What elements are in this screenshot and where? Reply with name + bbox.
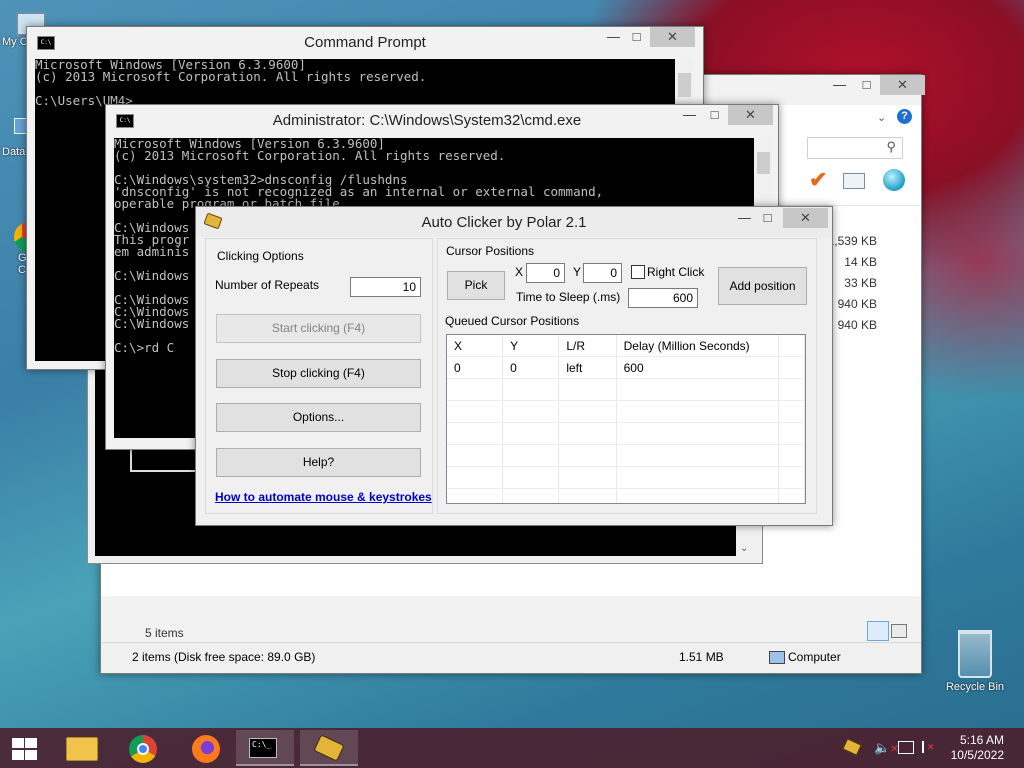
cell-delay: 600 bbox=[616, 356, 780, 379]
y-label: Y bbox=[573, 265, 582, 279]
recycle-bin-icon bbox=[958, 630, 992, 678]
automate-link[interactable]: How to automate mouse & keystrokes bbox=[215, 490, 432, 504]
checkmark-icon: ✔ bbox=[809, 167, 828, 192]
repeats-label: Number of Repeats bbox=[215, 278, 320, 292]
column-header-x[interactable]: X bbox=[447, 335, 504, 357]
scroll-down-icon[interactable]: ⌄ bbox=[740, 543, 748, 554]
table-row[interactable]: 0 0 left 600 bbox=[447, 356, 805, 379]
system-clock[interactable]: 5:16 AM 10/5/2022 bbox=[951, 733, 1004, 763]
clock-time: 5:16 AM bbox=[959, 733, 1004, 747]
search-icon: ⚲ bbox=[886, 139, 896, 154]
start-clicking-button[interactable]: Start clicking (F4) bbox=[216, 314, 421, 343]
status-selection: 2 items (Disk free space: 89.0 GB) bbox=[132, 650, 316, 664]
cmd1-maximize-button[interactable]: □ bbox=[623, 27, 650, 47]
sleep-label: Time to Sleep (.ms) bbox=[516, 290, 621, 304]
start-button[interactable] bbox=[0, 728, 48, 768]
table-row bbox=[447, 378, 805, 401]
status-size: 1.51 MB bbox=[679, 650, 724, 664]
explorer-maximize-button[interactable]: □ bbox=[853, 75, 880, 95]
group-label: Cursor Positions bbox=[443, 244, 538, 258]
options-button[interactable]: Options... bbox=[216, 403, 421, 432]
cmd1-close-button[interactable]: ✕ bbox=[650, 27, 695, 47]
explorer-minimize-button[interactable]: — bbox=[826, 75, 853, 95]
cmd2-minimize-button[interactable]: — bbox=[676, 105, 703, 125]
cell-y: 0 bbox=[502, 356, 560, 379]
table-row bbox=[447, 444, 805, 467]
pointing-hand-icon bbox=[313, 734, 345, 762]
help-button[interactable]: Help? bbox=[216, 448, 421, 477]
explorer-close-button[interactable]: ✕ bbox=[880, 75, 925, 95]
taskbar-file-explorer[interactable] bbox=[55, 730, 107, 766]
large-icons-view-button[interactable] bbox=[891, 624, 907, 638]
column-header-delay[interactable]: Delay (Million Seconds) bbox=[616, 335, 780, 357]
firefox-icon bbox=[192, 735, 220, 763]
group-label: Clicking Options bbox=[214, 249, 307, 263]
column-header-lr[interactable]: L/R bbox=[558, 335, 617, 357]
windows-logo-icon bbox=[12, 738, 37, 760]
table-row bbox=[447, 422, 805, 445]
table-row bbox=[447, 466, 805, 489]
status-bar: 2 items (Disk free space: 89.0 GB) 1.51 … bbox=[101, 642, 921, 673]
x-input[interactable]: 0 bbox=[526, 263, 565, 283]
item-count: 5 items bbox=[145, 626, 184, 640]
column-header-y[interactable]: Y bbox=[502, 335, 560, 357]
right-click-checkbox[interactable] bbox=[631, 265, 645, 279]
table-row bbox=[447, 400, 805, 423]
cmd-icon: C:\_ bbox=[249, 738, 277, 758]
action-center-icon[interactable]: ✕ bbox=[922, 741, 937, 753]
stop-clicking-button[interactable]: Stop clicking (F4) bbox=[216, 359, 421, 388]
table-row bbox=[447, 488, 805, 503]
repeats-input[interactable]: 10 bbox=[350, 277, 421, 297]
volume-muted-icon[interactable]: 🔈✕ bbox=[874, 740, 899, 756]
details-view-button[interactable] bbox=[867, 621, 889, 641]
cmd2-close-button[interactable]: ✕ bbox=[728, 105, 773, 125]
queued-positions-table[interactable]: X Y L/R Delay (Million Seconds) 0 0 left… bbox=[446, 334, 806, 504]
pick-button[interactable]: Pick bbox=[447, 271, 505, 300]
taskbar: C:\_ 🔈✕ ✕ 5:16 AM 10/5/2022 bbox=[0, 728, 1024, 768]
sleep-input[interactable]: 600 bbox=[628, 288, 698, 308]
x-label: X bbox=[515, 265, 524, 279]
globe-icon bbox=[883, 169, 905, 191]
status-location: Computer bbox=[788, 650, 841, 664]
cell-lr: left bbox=[558, 356, 617, 379]
window-title: Administrator: C:\Windows\System32\cmd.e… bbox=[272, 112, 582, 129]
properties-icon bbox=[843, 173, 865, 189]
add-position-button[interactable]: Add position bbox=[718, 267, 807, 305]
ac-close-button[interactable]: ✕ bbox=[783, 208, 828, 228]
folder-icon bbox=[66, 737, 98, 761]
right-click-label: Right Click bbox=[647, 265, 705, 279]
desktop-icon-recycle-bin[interactable]: Recycle Bin bbox=[942, 630, 1008, 693]
chrome-icon bbox=[129, 735, 157, 763]
clock-date: 10/5/2022 bbox=[950, 748, 1004, 762]
search-box[interactable]: ⚲ bbox=[807, 137, 903, 159]
help-icon[interactable]: ? bbox=[897, 109, 912, 124]
computer-icon bbox=[769, 651, 785, 664]
table-header: X Y L/R Delay (Million Seconds) bbox=[447, 335, 805, 357]
queued-label: Queued Cursor Positions bbox=[445, 314, 580, 328]
taskbar-firefox[interactable] bbox=[180, 730, 232, 766]
network-icon[interactable] bbox=[898, 741, 914, 754]
ribbon-collapse-icon[interactable]: ⌄ bbox=[877, 111, 886, 124]
autoclicker-tray-icon[interactable] bbox=[842, 738, 862, 756]
ac-maximize-button[interactable]: □ bbox=[754, 208, 781, 228]
y-input[interactable]: 0 bbox=[583, 263, 622, 283]
taskbar-command-prompt[interactable]: C:\_ bbox=[236, 730, 294, 766]
taskbar-chrome[interactable] bbox=[117, 730, 169, 766]
cell-x: 0 bbox=[447, 356, 504, 379]
taskbar-auto-clicker[interactable] bbox=[300, 730, 358, 766]
cmd2-maximize-button[interactable]: □ bbox=[701, 105, 728, 125]
